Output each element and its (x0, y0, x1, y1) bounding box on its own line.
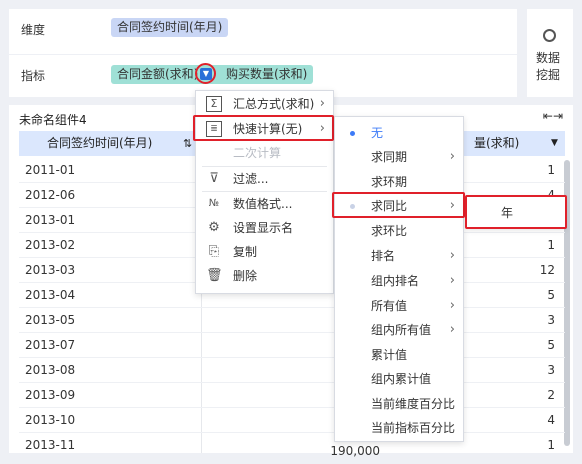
measure-pill-amount-label: 合同金额(求和) (117, 67, 199, 81)
menu-item-none[interactable]: 无 (335, 121, 463, 145)
data-mining-label-1: 数据 (536, 51, 561, 65)
menu-item-all-values[interactable]: 所有值 › (335, 294, 463, 318)
cell-date: 2013-02 (25, 238, 76, 252)
cell-quantity: 2 (547, 388, 555, 402)
menu-item-filter[interactable]: ⊽ 过滤... (196, 167, 333, 191)
cell-quantity: 4 (547, 413, 555, 427)
chevron-right-icon: › (449, 298, 455, 313)
cell-date: 2013-05 (25, 313, 76, 327)
expand-icon[interactable]: ⇤⇥ (543, 109, 563, 123)
selected-dot-icon (350, 131, 355, 136)
cell-quantity: 3 (547, 363, 555, 377)
chevron-right-icon: › (449, 322, 455, 337)
dropdown-highlight-circle (195, 63, 216, 84)
menu-item-number-format[interactable]: № 数值格式... (196, 192, 333, 216)
table-row: 2013-10 4 (19, 408, 565, 433)
chevron-right-icon: › (449, 248, 455, 263)
menu-item-measure-percent[interactable]: 当前指标百分比 (335, 416, 463, 440)
cell-quantity: 12 (539, 263, 555, 277)
measure-pill-quantity[interactable]: 购买数量(求和) (220, 65, 314, 84)
menu-item-aggregation[interactable]: Σ 汇总方式(求和) › (196, 92, 333, 116)
cell-date: 2013-08 (25, 363, 76, 377)
yoy-highlight (332, 192, 465, 218)
column-header-date[interactable]: 合同签约时间(年月) (47, 131, 152, 156)
measure-label: 指标 (21, 69, 46, 83)
cell-date: 2013-10 (25, 413, 76, 427)
cell-date: 2013-03 (25, 263, 76, 277)
table-row: 2013-05 3 (19, 308, 565, 333)
cell-quantity: 3 (547, 313, 555, 327)
menu-item-display-name[interactable]: ⚙ 设置显示名 (196, 216, 333, 240)
year-highlight (465, 195, 567, 229)
cell-quantity: 5 (547, 338, 555, 352)
menu-item-dimension-percent[interactable]: 当前维度百分比 (335, 392, 463, 416)
cell-date: 2013-01 (25, 213, 76, 227)
chevron-right-icon: › (319, 96, 325, 111)
cell-date: 2011-01 (25, 163, 76, 177)
menu-item-group-all-values[interactable]: 组内所有值 › (335, 318, 463, 342)
menu-item-rank[interactable]: 排名 › (335, 244, 463, 268)
cell-quantity: 1 (547, 438, 555, 452)
table-row: 2013-09 2 (19, 383, 565, 408)
menu-item-mom[interactable]: 求环比 (335, 219, 463, 243)
chevron-right-icon: › (449, 273, 455, 288)
filter-icon: ⊽ (209, 171, 219, 186)
cell-quantity: 1 (547, 163, 555, 177)
menu-item-copy[interactable]: ⎘ 复制 (196, 240, 333, 264)
menu-item-group-rank[interactable]: 组内排名 › (335, 269, 463, 293)
cell-date: 2013-09 (25, 388, 76, 402)
menu-item-delete[interactable]: 🗑 删除 (196, 264, 333, 288)
cell-date: 2013-11 (25, 438, 76, 452)
magnifier-icon (543, 29, 556, 42)
dimension-label: 维度 (21, 23, 46, 37)
cell-date: 2013-07 (25, 338, 76, 352)
table-row: 2013-07 5 (19, 333, 565, 358)
cell-date: 2013-04 (25, 288, 76, 302)
sum-icon: Σ (206, 96, 222, 112)
divider (9, 54, 517, 55)
cell-date: 2012-06 (25, 188, 76, 202)
gear-icon: ⚙ (208, 220, 220, 235)
trash-icon: 🗑 (206, 268, 223, 283)
table-row: 2013-11 190,000 1 (19, 433, 565, 458)
menu-item-cumulative[interactable]: 累计值 (335, 343, 463, 367)
cell-amount: 190,000 (330, 444, 380, 458)
menu-item-prev-period[interactable]: 求环期 (335, 170, 463, 194)
quick-calc-highlight (193, 115, 334, 141)
component-title: 未命名组件4 (19, 113, 87, 127)
quick-calc-submenu: 无 求同期 › 求环期 求同比 › 求环比 排名 › 组内排名 › 所有值 › … (334, 116, 464, 442)
cell-quantity: 1 (547, 238, 555, 252)
copy-icon: ⎘ (208, 244, 220, 259)
chevron-down-icon[interactable]: ▼ (551, 131, 558, 156)
data-mining-label-2: 挖掘 (536, 68, 561, 82)
menu-item-group-cumulative[interactable]: 组内累计值 (335, 367, 463, 391)
dimension-pill[interactable]: 合同签约时间(年月) (111, 18, 229, 37)
menu-item-secondary-calc: 二次计算 (233, 146, 282, 160)
number-format-icon: № (208, 198, 220, 209)
menu-item-same-period[interactable]: 求同期 › (335, 145, 463, 169)
config-panel: 维度 合同签约时间(年月) 指标 合同金额(求和) ▼ 购买数量(求和) (9, 9, 517, 97)
table-row: 2013-08 3 (19, 358, 565, 383)
sort-icon[interactable]: ⇅ (183, 131, 192, 156)
column-header-quantity[interactable]: 量(求和) (474, 131, 519, 156)
chevron-right-icon: › (449, 149, 455, 164)
data-mining-button[interactable]: 数据 挖掘 (527, 9, 573, 97)
cell-quantity: 5 (547, 288, 555, 302)
